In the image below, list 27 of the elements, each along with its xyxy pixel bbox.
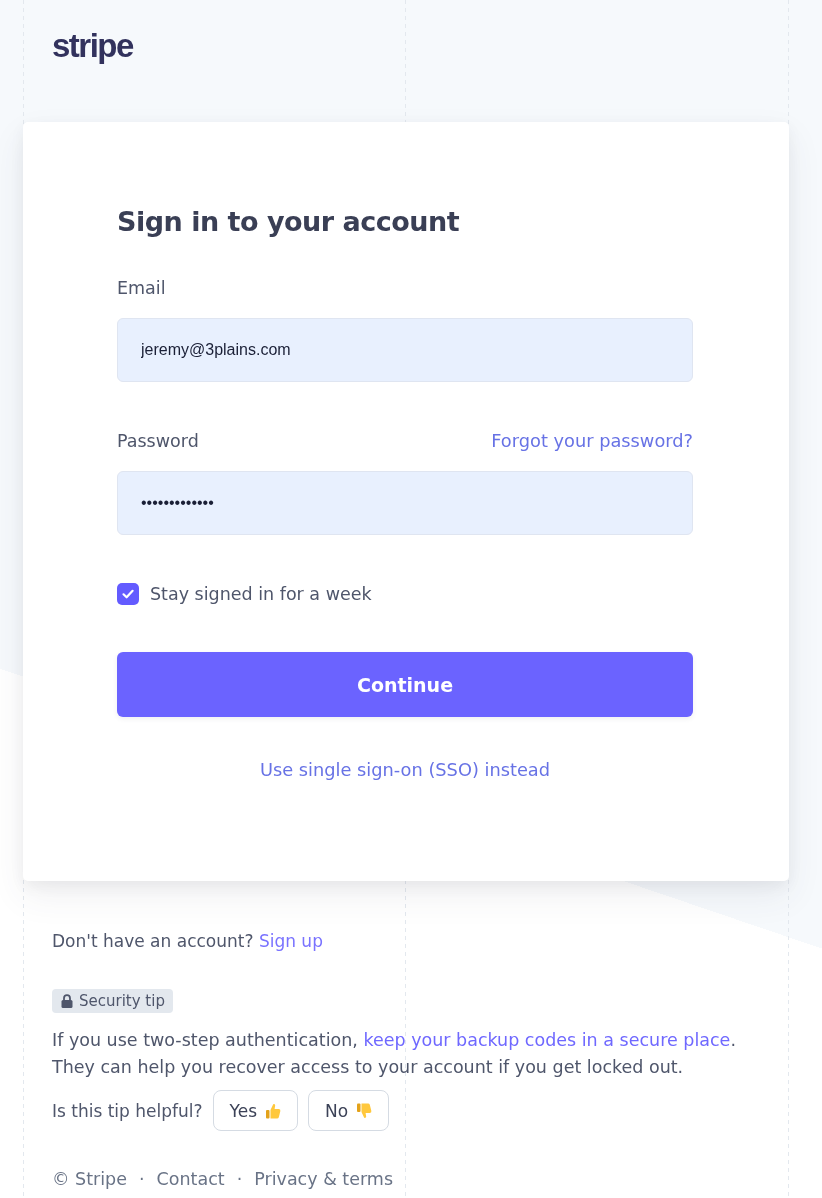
forgot-password-link[interactable]: Forgot your password? bbox=[491, 429, 693, 453]
continue-button[interactable]: Continue bbox=[117, 652, 693, 717]
backup-codes-link[interactable]: keep your backup codes in a secure place bbox=[363, 1030, 731, 1050]
sign-up-link[interactable]: Sign up bbox=[258, 931, 323, 951]
separator-dot: · bbox=[138, 1168, 145, 1191]
no-button[interactable]: No bbox=[308, 1090, 390, 1131]
feedback-question: Is this tip helpful? bbox=[52, 1099, 203, 1123]
input-field[interactable]: jeremy@3plains.com bbox=[117, 318, 693, 382]
checkbox-label[interactable]: Stay signed in for a week bbox=[150, 583, 372, 605]
yes-button[interactable]: Yes bbox=[212, 1090, 298, 1131]
input-field[interactable]: ••••••••••••• bbox=[117, 471, 693, 535]
footer-link[interactable]: Privacy & terms bbox=[254, 1167, 394, 1191]
badge-label: Security tip bbox=[79, 991, 165, 1011]
thumbs-down-icon bbox=[356, 1102, 373, 1119]
thumbs-up-icon bbox=[265, 1102, 281, 1119]
copyright-text: © Stripe bbox=[52, 1168, 127, 1191]
separator-dot: · bbox=[236, 1168, 243, 1191]
lock-icon bbox=[61, 994, 73, 1008]
field-label: Email bbox=[117, 277, 166, 300]
security-tip-text: If you use two-step authentication, keep your backup codes in a secure place. They can help you recover access to your account if you get locked out. bbox=[52, 1029, 737, 1079]
sso-link[interactable]: Use single sign-on (SSO) instead bbox=[259, 758, 551, 782]
field-label: Password bbox=[117, 430, 199, 453]
signup-text: Don't have an account? Sign up bbox=[52, 930, 323, 953]
page-title: Sign in to your account bbox=[117, 205, 461, 239]
footer-link[interactable]: Contact bbox=[156, 1167, 225, 1191]
logo[interactable]: stripe bbox=[52, 27, 133, 65]
checkbox[interactable] bbox=[117, 583, 139, 605]
